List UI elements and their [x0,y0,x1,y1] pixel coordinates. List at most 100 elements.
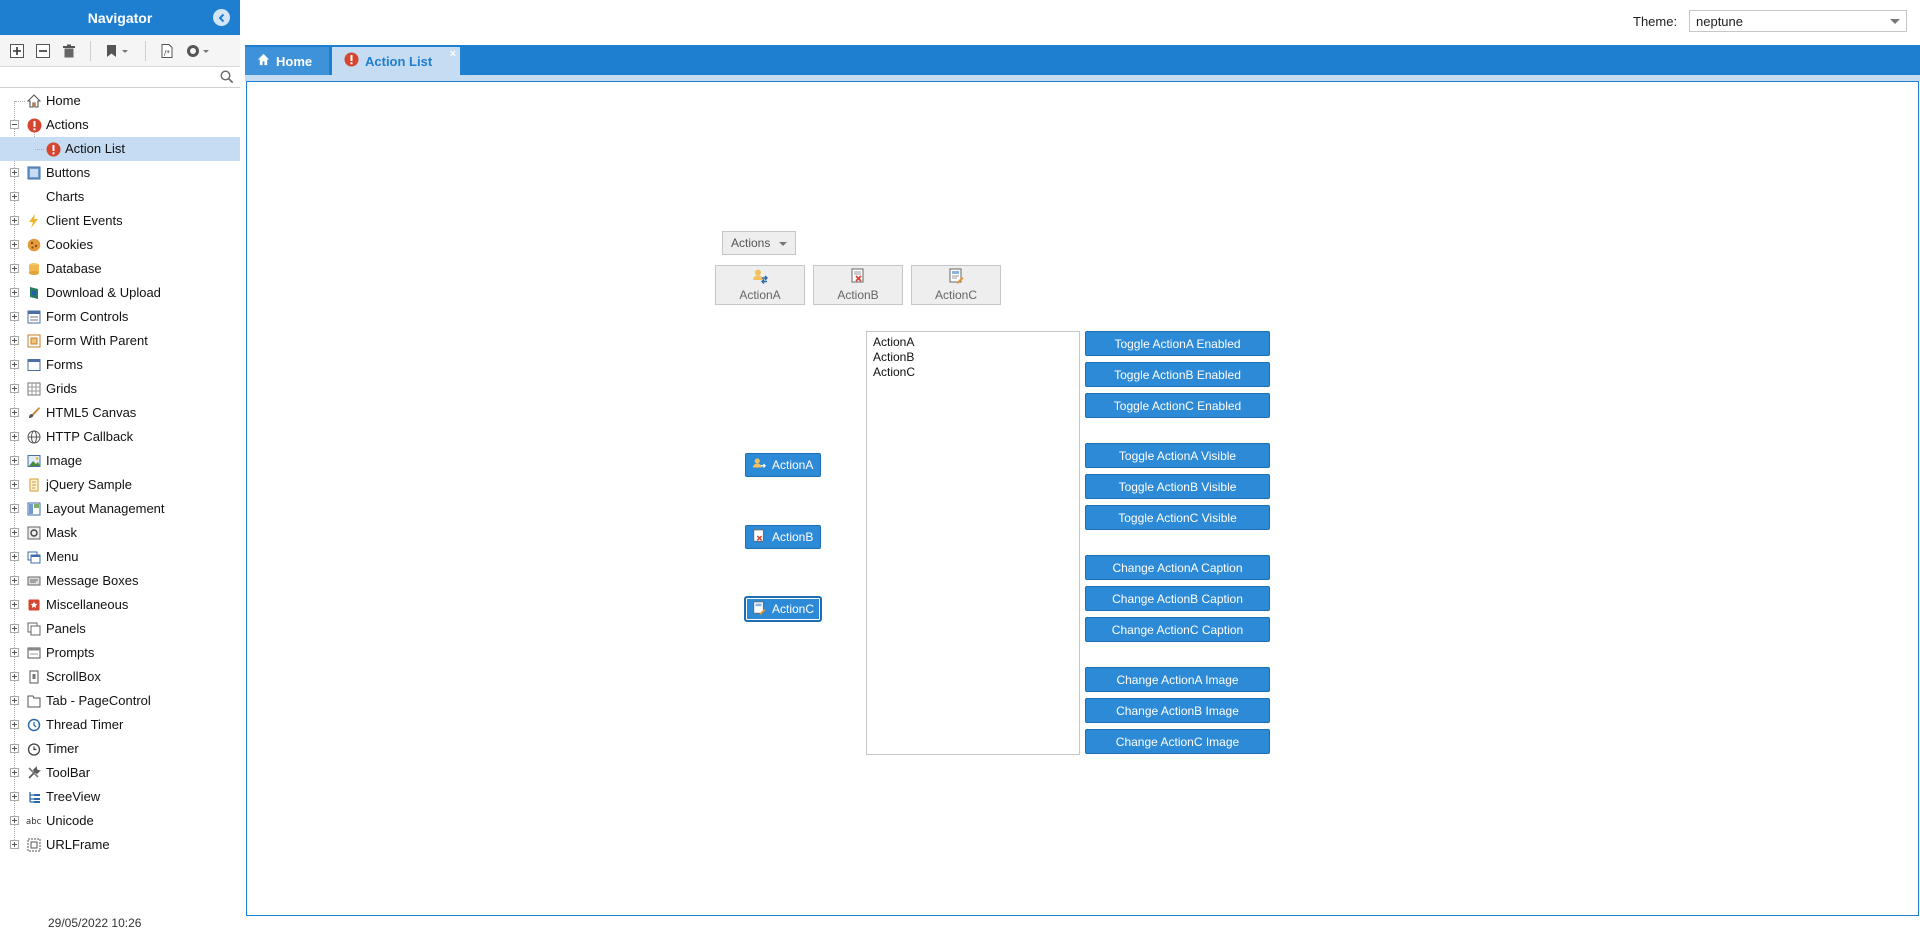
expand-toggle-icon[interactable] [10,552,19,561]
expand-toggle-icon[interactable] [10,456,19,465]
bookmark-dropdown-icon[interactable] [101,40,135,62]
expand-toggle-icon[interactable] [10,648,19,657]
expand-toggle-icon[interactable] [10,744,19,753]
tree-item-layout-management[interactable]: Layout Management [0,497,240,521]
list-item[interactable]: ActionB [873,350,1073,365]
expand-toggle-icon[interactable] [10,624,19,633]
tab-home[interactable]: Home [245,47,329,75]
change-actionc-image-button[interactable]: Change ActionC Image [1085,729,1270,754]
expand-toggle-icon[interactable] [10,408,19,417]
tree-item-jquery-sample[interactable]: jQuery Sample [0,473,240,497]
actionc-button[interactable]: ActionC [745,597,821,621]
expand-toggle-icon[interactable] [10,288,19,297]
tree-item-tab-pagecontrol[interactable]: Tab - PageControl [0,689,240,713]
expand-toggle-icon[interactable] [10,192,19,201]
action-listbox[interactable]: ActionA ActionB ActionC [866,331,1080,755]
expand-toggle-icon[interactable] [10,672,19,681]
theme-select[interactable]: neptune [1689,10,1907,32]
tree-item-html5-canvas[interactable]: HTML5 Canvas [0,401,240,425]
tree-item-buttons[interactable]: Buttons [0,161,240,185]
tree-item-prompts[interactable]: Prompts [0,641,240,665]
tree-item-grids[interactable]: Grids [0,377,240,401]
expand-toggle-icon[interactable] [10,480,19,489]
expand-toggle-icon[interactable] [10,312,19,321]
expand-toggle-icon[interactable] [10,720,19,729]
tree-item-timer[interactable]: Timer [0,737,240,761]
expand-toggle-icon[interactable] [10,216,19,225]
toggle-actiona-enabled-button[interactable]: Toggle ActionA Enabled [1085,331,1270,356]
search-icon[interactable] [220,70,234,87]
expand-toggle-icon[interactable] [10,264,19,273]
tree-item-charts[interactable]: Charts [0,185,240,209]
expand-toggle-icon[interactable] [10,816,19,825]
expand-toggle-icon[interactable] [10,384,19,393]
expand-toggle-icon[interactable] [10,528,19,537]
expand-toggle-icon[interactable] [10,840,19,849]
search-input[interactable] [4,67,218,87]
actiona-button[interactable]: ActionA [745,453,821,477]
collapse-toggle-icon[interactable] [10,120,19,129]
expand-toggle-icon[interactable] [10,240,19,249]
change-actionc-caption-button[interactable]: Change ActionC Caption [1085,617,1270,642]
toggle-actionc-visible-button[interactable]: Toggle ActionC Visible [1085,505,1270,530]
tree-item-http-callback[interactable]: HTTP Callback [0,425,240,449]
expand-toggle-icon[interactable] [10,696,19,705]
tree-item-download-upload[interactable]: Download & Upload [0,281,240,305]
tree-item-toolbar[interactable]: ToolBar [0,761,240,785]
toolbar-actionb-button[interactable]: ActionB [813,265,903,305]
collapse-all-icon[interactable] [32,40,54,62]
toggle-actiona-visible-button[interactable]: Toggle ActionA Visible [1085,443,1270,468]
expand-toggle-icon[interactable] [10,168,19,177]
toolbar-actiona-button[interactable]: ActionA [715,265,805,305]
tree-item-scrollbox[interactable]: ScrollBox [0,665,240,689]
change-actiona-image-button[interactable]: Change ActionA Image [1085,667,1270,692]
expand-toggle-icon[interactable] [10,600,19,609]
chevron-down-icon[interactable] [1890,19,1900,24]
collapse-left-icon[interactable] [213,9,230,26]
toggle-actionb-enabled-button[interactable]: Toggle ActionB Enabled [1085,362,1270,387]
change-actiona-caption-button[interactable]: Change ActionA Caption [1085,555,1270,580]
tree-item-mask[interactable]: Mask [0,521,240,545]
tree-item-message-boxes[interactable]: Message Boxes [0,569,240,593]
change-actionb-image-button[interactable]: Change ActionB Image [1085,698,1270,723]
source-file-icon[interactable]: /* [156,40,178,62]
list-item[interactable]: ActionA [873,335,1073,350]
trash-icon[interactable] [58,40,80,62]
expand-all-icon[interactable] [6,40,28,62]
toggle-actionc-enabled-button[interactable]: Toggle ActionC Enabled [1085,393,1270,418]
tree-item-menu[interactable]: Menu [0,545,240,569]
actions-menu-button[interactable]: Actions [722,231,796,255]
tab-action-list[interactable]: Action List × [332,47,460,75]
tree-item-database[interactable]: Database [0,257,240,281]
tree-item-actions[interactable]: Actions [0,113,240,137]
actionb-button[interactable]: ActionB [745,525,821,549]
expand-toggle-icon[interactable] [10,336,19,345]
expand-toggle-icon[interactable] [10,360,19,369]
refresh-dropdown-icon[interactable] [182,40,216,62]
tree-item-miscellaneous[interactable]: Miscellaneous [0,593,240,617]
tree-item-client-events[interactable]: Client Events [0,209,240,233]
tree-item-form-with-parent[interactable]: Form With Parent [0,329,240,353]
tree-item-panels[interactable]: Panels [0,617,240,641]
tree-item-urlframe[interactable]: URLFrame [0,833,240,857]
expand-toggle-icon[interactable] [10,768,19,777]
tree-item-home[interactable]: Home [0,89,240,113]
change-actionb-caption-button[interactable]: Change ActionB Caption [1085,586,1270,611]
expand-toggle-icon[interactable] [10,576,19,585]
tree-item-treeview[interactable]: TreeView [0,785,240,809]
tree-item-form-controls[interactable]: Form Controls [0,305,240,329]
tree-item-forms[interactable]: Forms [0,353,240,377]
expand-toggle-icon[interactable] [10,792,19,801]
tree-item-thread-timer[interactable]: Thread Timer [0,713,240,737]
close-icon[interactable]: × [450,48,456,60]
toolbar-actionc-button[interactable]: ActionC [911,265,1001,305]
list-item[interactable]: ActionC [873,365,1073,380]
datetime-label: 29/05/2022 10:26 [48,916,142,930]
toggle-actionb-visible-button[interactable]: Toggle ActionB Visible [1085,474,1270,499]
tree-item-unicode[interactable]: abc Unicode [0,809,240,833]
tree-item-action-list[interactable]: Action List [0,137,240,161]
tree-item-image[interactable]: Image [0,449,240,473]
expand-toggle-icon[interactable] [10,432,19,441]
tree-item-cookies[interactable]: Cookies [0,233,240,257]
expand-toggle-icon[interactable] [10,504,19,513]
